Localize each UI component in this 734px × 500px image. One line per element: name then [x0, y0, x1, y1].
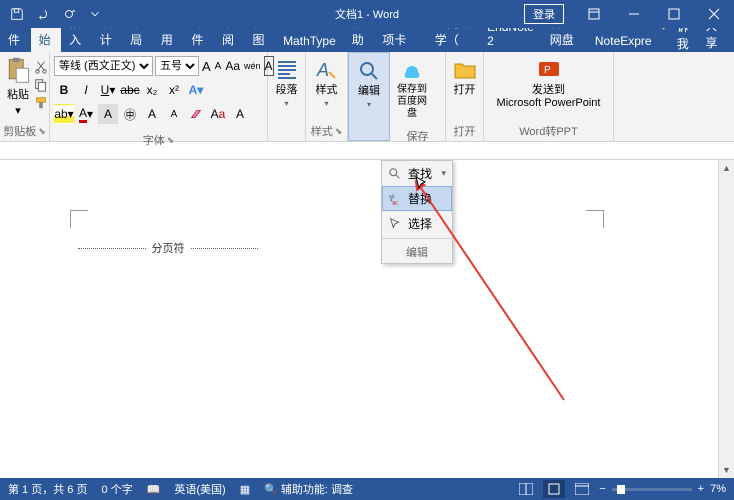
- grow-font-button[interactable]: A: [201, 56, 212, 76]
- underline-button[interactable]: U▾: [98, 80, 118, 100]
- quick-access-toolbar: [0, 3, 106, 25]
- dialog-launcher-icon[interactable]: ⬊: [38, 126, 46, 137]
- zoom-slider[interactable]: [612, 488, 692, 491]
- format-painter-icon[interactable]: [34, 96, 48, 110]
- subscript-button[interactable]: x₂: [142, 80, 162, 100]
- char-shading-button[interactable]: A: [98, 104, 118, 124]
- vertical-scrollbar[interactable]: ▲ ▼: [718, 160, 734, 478]
- cut-icon[interactable]: [34, 60, 48, 74]
- ppt-label: Word转PPT: [484, 121, 613, 141]
- font-group: 等线 (西文正文) 五号 A A Aa wén A B I U▾ abc x₂ …: [50, 52, 268, 141]
- format-button[interactable]: A: [230, 104, 250, 124]
- macro-icon[interactable]: ▦: [240, 483, 250, 496]
- enclose-button[interactable]: ㊥: [120, 104, 140, 124]
- language-status[interactable]: 英语(美国): [174, 481, 225, 497]
- redo-button[interactable]: [58, 3, 80, 25]
- editing-button[interactable]: 编辑▾: [353, 57, 385, 112]
- clipboard-label: 剪贴板: [3, 123, 36, 139]
- clipboard-group: 粘贴 ▾ 剪贴板⬊: [0, 52, 50, 141]
- clear-formatting-button[interactable]: [186, 104, 206, 124]
- spellcheck-icon[interactable]: 📖: [147, 483, 161, 496]
- dropdown-footer: 编辑: [382, 241, 452, 263]
- font-color-button[interactable]: A▾: [76, 104, 96, 124]
- open-group: 打开 打开: [446, 52, 484, 141]
- print-layout-button[interactable]: [543, 480, 565, 498]
- maximize-button[interactable]: [654, 0, 694, 28]
- grow-font2-button[interactable]: A: [142, 104, 162, 124]
- window-title: 文档1 - Word: [335, 6, 399, 22]
- minimize-button[interactable]: [614, 0, 654, 28]
- svg-text:ac: ac: [392, 200, 398, 206]
- document-area[interactable]: 分页符 查找▾ abac 替换 选择 编辑: [0, 160, 734, 478]
- word-count[interactable]: 0 个字: [101, 481, 132, 497]
- read-mode-button[interactable]: [515, 480, 537, 498]
- dialog-launcher-icon[interactable]: ⬊: [167, 135, 175, 146]
- paste-button[interactable]: 粘贴 ▾: [4, 56, 32, 117]
- save-baidu-button[interactable]: 保存到百度网盘: [394, 56, 430, 122]
- ribbon: 粘贴 ▾ 剪贴板⬊ 等线 (西文正文) 五号 A A Aa wén A B: [0, 52, 734, 142]
- editing-group: 编辑▾: [348, 52, 390, 141]
- svg-text:A: A: [316, 60, 329, 80]
- page-corner: [70, 210, 88, 228]
- cursor-pointer-icon: [414, 176, 430, 192]
- dialog-launcher-icon[interactable]: ⬊: [335, 126, 343, 137]
- zoom-out-button[interactable]: −: [599, 483, 605, 495]
- cursor-icon: [388, 217, 402, 231]
- open-label: 打开: [446, 121, 483, 141]
- font-size-select[interactable]: 五号: [155, 56, 199, 76]
- style-button[interactable]: Aa: [208, 104, 228, 124]
- send-to-ppt-button[interactable]: P 发送到 Microsoft PowerPoint: [489, 56, 609, 112]
- baidu-group: 保存到百度网盘 保存: [390, 52, 446, 141]
- baidu-label: 保存: [390, 126, 445, 146]
- page-status[interactable]: 第 1 页，共 6 页: [8, 481, 87, 497]
- close-button[interactable]: [694, 0, 734, 28]
- strikethrough-button[interactable]: abc: [120, 80, 140, 100]
- styles-label: 样式: [311, 123, 333, 139]
- zoom-in-button[interactable]: +: [698, 483, 704, 495]
- copy-icon[interactable]: [34, 78, 48, 92]
- paragraph-group: 段落▾: [268, 52, 306, 141]
- scroll-up-button[interactable]: ▲: [719, 160, 734, 176]
- replace-icon: abac: [388, 192, 402, 206]
- status-bar: 第 1 页，共 6 页 0 个字 📖 英语(美国) ▦ 🔍 辅助功能: 调查 −…: [0, 478, 734, 500]
- text-effects-button[interactable]: A▾: [186, 80, 206, 100]
- ribbon-tabs: 文件 开始 插入 设计 布局 引用 邮件 审阅 视图 MathType 帮助 新…: [0, 28, 734, 52]
- save-button[interactable]: [6, 3, 28, 25]
- styles-button[interactable]: A 样式▾: [310, 56, 343, 111]
- zoom-level[interactable]: 7%: [710, 483, 726, 495]
- font-name-select[interactable]: 等线 (西文正文): [54, 56, 153, 76]
- bold-button[interactable]: B: [54, 80, 74, 100]
- login-button[interactable]: 登录: [524, 4, 564, 24]
- superscript-button[interactable]: x²: [164, 80, 184, 100]
- page-break-indicator: 分页符: [78, 240, 258, 256]
- paragraph-button[interactable]: 段落▾: [272, 56, 301, 111]
- undo-button[interactable]: [32, 3, 54, 25]
- styles-group: A 样式▾ 样式⬊: [306, 52, 348, 141]
- qat-customize[interactable]: [84, 3, 106, 25]
- tab-noteexpress[interactable]: NoteExpre: [587, 30, 660, 52]
- svg-text:P: P: [544, 65, 551, 76]
- open-button[interactable]: 打开: [450, 56, 479, 99]
- italic-button[interactable]: I: [76, 80, 96, 100]
- shrink-font2-button[interactable]: A: [164, 104, 184, 124]
- page-corner: [586, 210, 604, 228]
- search-icon: [388, 167, 402, 181]
- tab-mathtype[interactable]: MathType: [275, 30, 344, 52]
- ribbon-options-button[interactable]: [574, 0, 614, 28]
- shrink-font-button[interactable]: A: [214, 56, 223, 76]
- phonetic-guide-button[interactable]: wén: [243, 56, 262, 76]
- select-item[interactable]: 选择: [382, 211, 452, 236]
- web-layout-button[interactable]: [571, 480, 593, 498]
- title-bar: 文档1 - Word 登录: [0, 0, 734, 28]
- scroll-down-button[interactable]: ▼: [719, 462, 734, 478]
- change-case-button[interactable]: Aa: [224, 56, 241, 76]
- ppt-group: P 发送到 Microsoft PowerPoint Word转PPT: [484, 52, 614, 141]
- font-label: 字体: [143, 132, 165, 148]
- highlight-button[interactable]: ab▾: [54, 104, 74, 124]
- accessibility-status[interactable]: 🔍 辅助功能: 调查: [264, 481, 353, 497]
